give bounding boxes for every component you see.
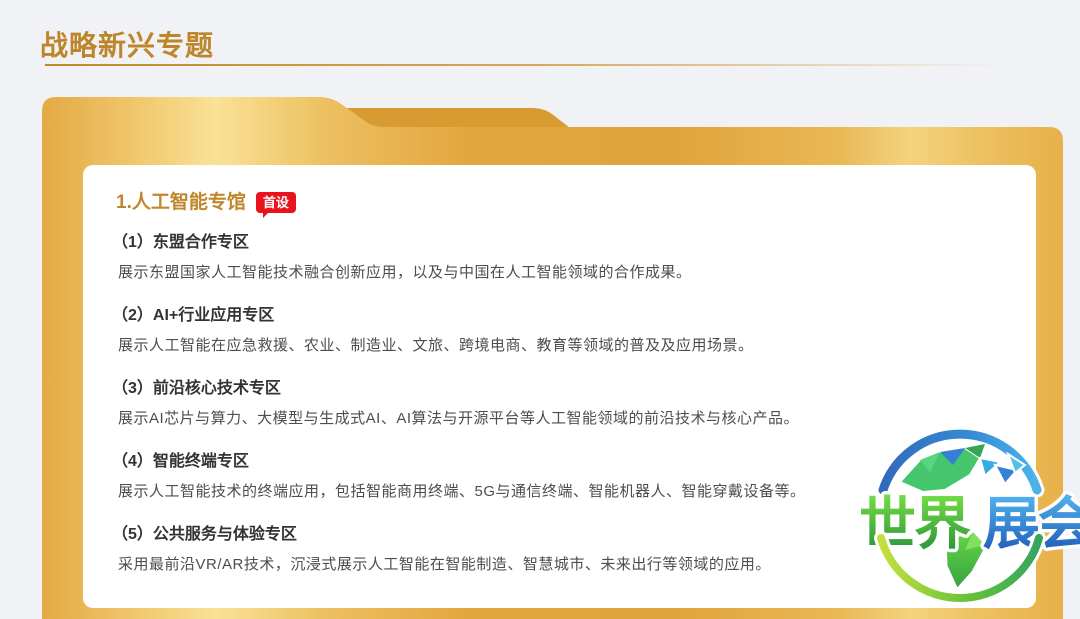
watermark-text: 世界 展会 (859, 492, 1080, 556)
section-heading: （3）前沿核心技术专区 (112, 379, 1036, 399)
page-title: 战略新兴专题 (40, 24, 214, 64)
watermark-logo: 世界 展会 (845, 420, 1080, 619)
section-description: 展示东盟国家人工智能技术融合创新应用，以及与中国在人工智能领域的合作成果。 (118, 262, 1036, 283)
section-heading: （1）东盟合作专区 (112, 233, 1036, 253)
strategic-emerging-topics-page: 战略新兴专题 1.人工智能专馆 首设 (0, 0, 1080, 619)
watermark-text-green: 世界 (859, 492, 971, 556)
title-underline (45, 64, 1003, 66)
section-description: 展示人工智能在应急救援、农业、制造业、文旅、跨境电商、教育等领域的普及及应用场景… (118, 335, 1036, 356)
folder-back-tab (340, 108, 570, 128)
pavilion-title-row: 1.人工智能专馆 首设 (116, 192, 1036, 214)
pavilion-title: 1.人工智能专馆 (116, 192, 246, 214)
section-asean: （1）东盟合作专区 展示东盟国家人工智能技术融合创新应用，以及与中国在人工智能领… (83, 233, 1036, 283)
first-set-badge: 首设 (256, 192, 296, 213)
section-heading: （2）AI+行业应用专区 (112, 306, 1036, 326)
section-ai-industry: （2）AI+行业应用专区 展示人工智能在应急救援、农业、制造业、文旅、跨境电商、… (83, 306, 1036, 356)
